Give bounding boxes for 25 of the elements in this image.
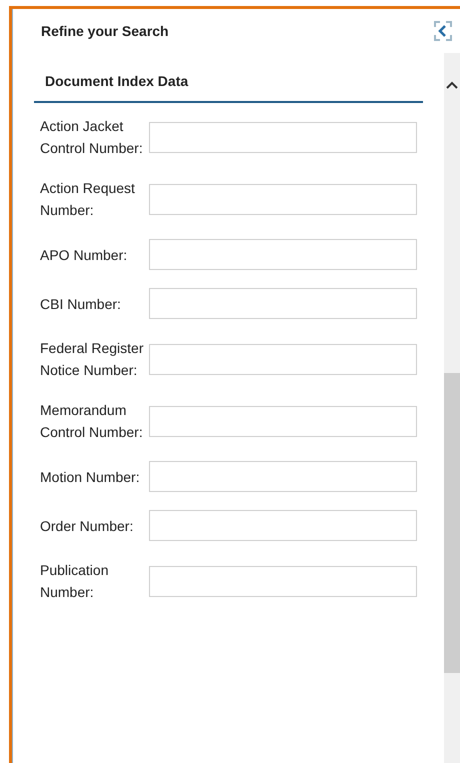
chevron-left-icon [434,21,452,41]
panel-title: Refine your Search [41,23,169,39]
input-field[interactable] [149,184,417,214]
input-field[interactable] [149,461,417,492]
input-field[interactable] [149,239,417,270]
field-label: Federal Register Notice Number: [40,339,144,380]
collapse-button[interactable] [434,21,452,41]
field-label: APO Number: [40,246,128,264]
input-field[interactable] [149,122,417,152]
field-label: Memorandum Control Number: [40,401,144,442]
input-field[interactable] [149,566,417,596]
field-label: Order Number: [40,516,134,536]
field-label: Motion Number: [40,468,141,486]
field-label: CBI Number: [40,294,122,314]
section-heading: Document Index Data [34,53,423,103]
field-label: Action Jacket Control Number: [40,117,144,158]
scrollbar[interactable] [444,53,460,763]
scrollbar-thumb[interactable] [444,373,460,673]
field-label: Action Request Number: [40,179,136,220]
input-field[interactable] [149,406,417,436]
field-label: Publication Number: [40,561,110,602]
input-field[interactable] [149,288,417,319]
scroll-up-icon[interactable] [446,81,458,89]
input-field[interactable] [149,344,417,374]
input-field[interactable] [149,510,417,541]
